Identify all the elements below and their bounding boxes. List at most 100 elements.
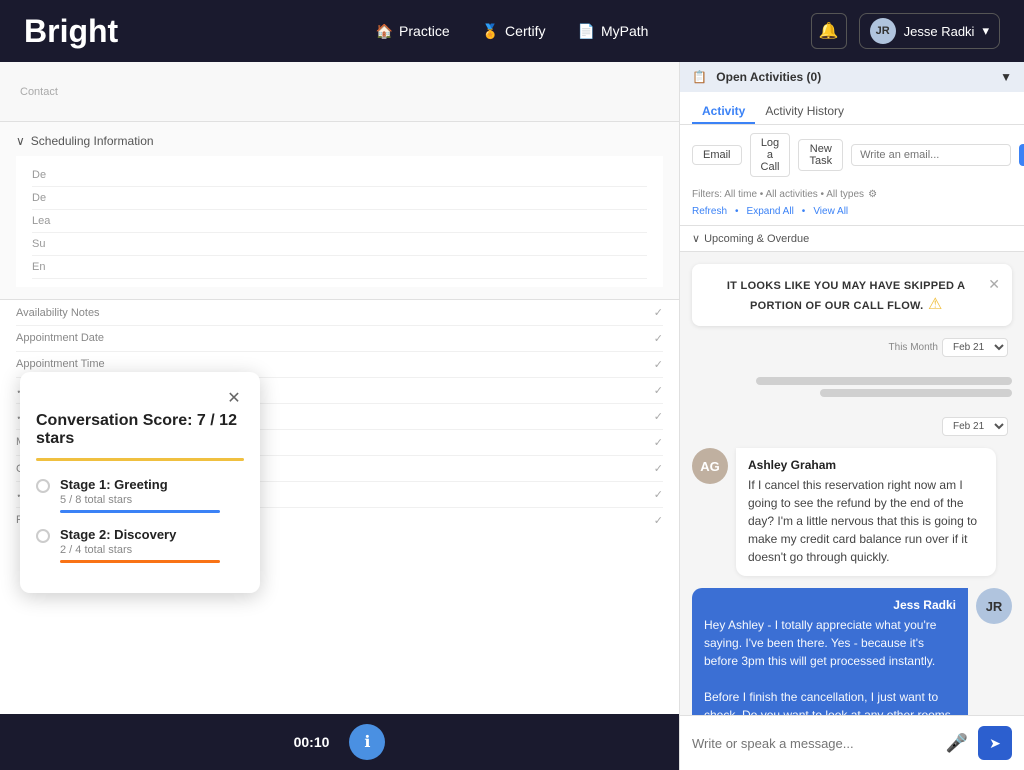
date-select-1[interactable]: Feb 21 (942, 338, 1008, 357)
user-menu-button[interactable]: JR Jesse Radki ▾ (859, 13, 1000, 49)
crm-widget: 📋 Open Activities (0) ▼ Activity Activit… (680, 62, 1024, 252)
bottom-timer-bar: 00:10 ℹ (0, 714, 679, 770)
timer-display: 00:10 (294, 734, 330, 750)
top-navigation: Bright 🏠 Practice 🏅 Certify 📄 MyPath 🔔 J… (0, 0, 1024, 62)
expand-all-link[interactable]: Expand All (747, 206, 794, 217)
form-row: Su (32, 233, 647, 256)
stage-1-item: Stage 1: Greeting 5 / 8 total stars (36, 477, 244, 513)
check-icon: ✓ (654, 514, 663, 527)
scheduling-section: ∨ Scheduling Information De De Lea Su En (0, 122, 679, 300)
stage-2-bar (60, 560, 220, 563)
appt-time-label: Appointment Time (16, 358, 105, 371)
email-button[interactable]: Email (692, 145, 742, 165)
nav-practice[interactable]: 🏠 Practice (376, 23, 450, 40)
close-button[interactable]: ✕ (224, 388, 244, 408)
scheduling-form: De De Lea Su En (16, 156, 663, 287)
close-warning-button[interactable]: ✕ (988, 276, 1000, 293)
send-icon: ➤ (989, 735, 1001, 752)
stage-2-item: Stage 2: Discovery 2 / 4 total stars (36, 527, 244, 563)
mypath-icon: 📄 (578, 23, 595, 40)
notifications-button[interactable]: 🔔 (811, 13, 847, 49)
info-button[interactable]: ℹ (349, 724, 385, 760)
form-row: En (32, 256, 647, 279)
right-panel: 📋 Open Activities (0) ▼ Activity Activit… (680, 62, 1024, 770)
check-icon: ✓ (654, 358, 663, 371)
nav-links: 🏠 Practice 🏅 Certify 📄 MyPath (376, 23, 649, 40)
date-row-2: Feb 21 (692, 417, 1012, 436)
score-popup: ✕ Conversation Score: 7 / 12 stars Stage… (20, 372, 260, 593)
app-logo: Bright (24, 13, 118, 50)
activities-icon: 📋 (692, 70, 707, 84)
de-label: De (32, 169, 62, 181)
view-all-link[interactable]: View All (813, 206, 848, 217)
form-row-availability: Availability Notes ✓ (16, 300, 663, 326)
crm-actions: Email Log a Call New Task Compose (680, 125, 1024, 185)
stage-1-score: 5 / 8 total stars (60, 494, 220, 506)
crm-top-bar: Contact (0, 62, 679, 122)
agent-chat-bubble: Jess Radki Hey Ashley - I totally apprec… (692, 588, 1012, 715)
gear-icon[interactable]: ⚙ (868, 189, 877, 200)
log-call-button[interactable]: Log a Call (750, 133, 791, 177)
send-button[interactable]: ➤ (978, 726, 1012, 760)
main-layout: Contact ∨ Scheduling Information De De L… (0, 62, 1024, 770)
form-row: De (32, 187, 647, 210)
refresh-link[interactable]: Refresh (692, 206, 727, 217)
agent-avatar: JR (976, 588, 1012, 624)
chat-area[interactable]: IT LOOKS LIKE YOU MAY HAVE SKIPPED A POR… (680, 252, 1024, 715)
stage-1-info: Stage 1: Greeting 5 / 8 total stars (60, 477, 220, 513)
check-icon: ✓ (654, 462, 663, 475)
compose-input[interactable] (851, 144, 1011, 166)
certify-icon: 🏅 (482, 23, 499, 40)
chevron-down-icon: ▾ (982, 23, 989, 39)
nav-right: 🔔 JR Jesse Radki ▾ (811, 13, 1000, 49)
microphone-button[interactable]: 🎤 (946, 733, 968, 754)
availability-label: Availability Notes (16, 307, 100, 319)
dropdown-icon[interactable]: ▼ (1000, 70, 1012, 84)
customer-message: If I cancel this reservation right now a… (748, 476, 984, 566)
score-title: Conversation Score: 7 / 12 stars (36, 412, 244, 448)
appt-date-label: Appointment Date (16, 332, 104, 345)
microphone-icon: 🎤 (946, 733, 968, 753)
date-select-2[interactable]: Feb 21 (942, 417, 1008, 436)
agent-name: Jess Radki (704, 598, 956, 612)
info-icon: ℹ (364, 732, 370, 752)
customer-chat-bubble: AG Ashley Graham If I cancel this reserv… (692, 448, 1012, 576)
check-icon: ✓ (654, 306, 663, 319)
check-icon: ✓ (654, 384, 663, 397)
stage-1-radio (36, 479, 50, 493)
compose-button[interactable]: Compose (1019, 144, 1024, 166)
home-icon: 🏠 (376, 23, 393, 40)
crm-filters: Filters: All time • All activities • All… (680, 185, 1024, 204)
su-label: Su (32, 238, 62, 250)
check-icon: ✓ (654, 436, 663, 449)
customer-name: Ashley Graham (748, 458, 984, 472)
form-row: De (32, 164, 647, 187)
bell-icon: 🔔 (819, 21, 839, 41)
de-label2: De (32, 192, 62, 204)
upcoming-overdue-header: ∨ Upcoming & Overdue (680, 225, 1024, 251)
stage-2-score: 2 / 4 total stars (60, 544, 220, 556)
tab-activity[interactable]: Activity (692, 100, 755, 124)
crm-tabs: Activity Activity History (680, 92, 1024, 125)
contact-label: Contact (20, 86, 58, 98)
nav-certify[interactable]: 🏅 Certify (482, 23, 546, 40)
check-icon: ✓ (654, 332, 663, 345)
stage-1-name: Stage 1: Greeting (60, 477, 220, 492)
customer-avatar: AG (692, 448, 728, 484)
new-task-button[interactable]: New Task (798, 139, 843, 171)
left-panel: Contact ∨ Scheduling Information De De L… (0, 62, 680, 770)
warning-icon: ⚠ (928, 296, 942, 313)
stage-2-radio (36, 529, 50, 543)
chat-input[interactable] (692, 736, 936, 751)
lea-label: Lea (32, 215, 62, 227)
en-label: En (32, 261, 62, 273)
check-icon: ✓ (654, 410, 663, 423)
check-icon: ✓ (654, 488, 663, 501)
score-progress-bar (36, 458, 244, 461)
tab-activity-history[interactable]: Activity History (755, 100, 854, 124)
chat-input-bar: 🎤 ➤ (680, 715, 1024, 770)
customer-chat-content: Ashley Graham If I cancel this reservati… (736, 448, 996, 576)
scheduling-header[interactable]: ∨ Scheduling Information (16, 134, 663, 148)
crm-widget-header: 📋 Open Activities (0) ▼ (680, 62, 1024, 92)
nav-mypath[interactable]: 📄 MyPath (578, 23, 649, 40)
